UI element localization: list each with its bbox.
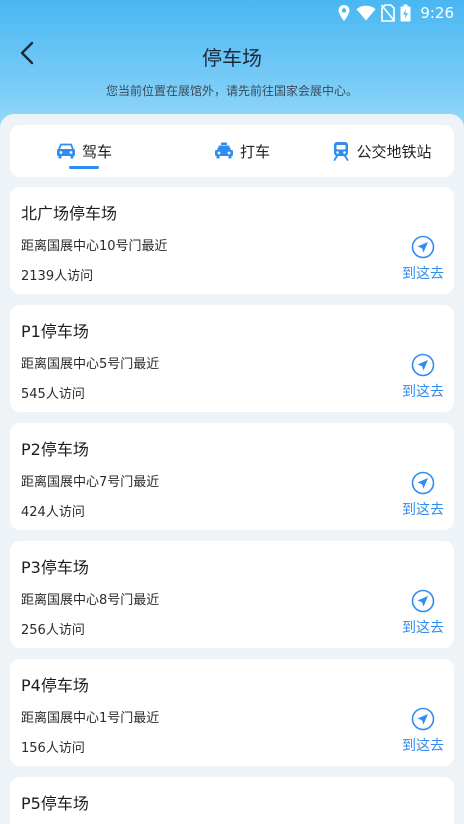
- parking-description: 距离国展中心7号门最近: [21, 475, 160, 490]
- tab-taxi-label: 打车: [239, 142, 270, 161]
- parking-card[interactable]: P2停车场 距离国展中心7号门最近 424人访问 到这去: [10, 423, 454, 530]
- car-icon: [56, 143, 75, 159]
- parking-card[interactable]: P3停车场 距离国展中心8号门最近 256人访问 到这去: [10, 541, 454, 648]
- location-hint: 您当前位置在展馆外，请先前往国家会展中心。: [105, 84, 358, 98]
- navigation-arrow-icon: [411, 235, 435, 259]
- tab-transit[interactable]: 公交地铁站: [310, 125, 454, 177]
- visit-count: 256人访问: [21, 623, 85, 638]
- parking-name: P1停车场: [21, 322, 89, 341]
- parking-name: P3停车场: [21, 558, 89, 577]
- parking-card[interactable]: 北广场停车场 距离国展中心10号门最近 2139人访问 到这去: [10, 187, 454, 294]
- taxi-icon: [214, 142, 233, 159]
- status-icons: 9:26: [337, 3, 454, 23]
- navigation-arrow-icon: [411, 707, 435, 731]
- visit-count: 2139人访问: [21, 269, 94, 284]
- train-icon: [334, 142, 349, 161]
- parking-card[interactable]: P1停车场 距离国展中心5号门最近 545人访问 到这去: [10, 305, 454, 412]
- no-sim-icon: [381, 4, 396, 22]
- status-bar: 9:26: [0, 0, 464, 28]
- navigate-button[interactable]: 到这去: [400, 353, 446, 403]
- navigate-label: 到这去: [402, 502, 444, 518]
- active-tab-indicator: [69, 166, 99, 169]
- tab-taxi[interactable]: 打车: [168, 125, 316, 177]
- parking-description: 距离国展中心5号门最近: [21, 357, 160, 372]
- battery-charging-icon: [400, 4, 411, 22]
- parking-name: P5停车场: [21, 794, 89, 813]
- navigate-button[interactable]: 到这去: [400, 589, 446, 639]
- status-time: 9:26: [420, 4, 454, 22]
- visit-count: 156人访问: [21, 741, 85, 756]
- parking-card[interactable]: P4停车场 距离国展中心1号门最近 156人访问 到这去: [10, 659, 454, 766]
- navigation-arrow-icon: [411, 353, 435, 377]
- tab-drive[interactable]: 驾车: [10, 125, 158, 177]
- navigate-label: 到这去: [402, 738, 444, 754]
- visit-count: 545人访问: [21, 387, 85, 402]
- navigate-button[interactable]: 到这去: [400, 471, 446, 521]
- page-title: 停车场: [202, 46, 262, 70]
- transport-tabs: 驾车 打车 公交地铁站: [10, 125, 454, 177]
- parking-description: 距离国展中心10号门最近: [21, 239, 168, 254]
- parking-description: 距离国展中心8号门最近: [21, 593, 160, 608]
- navigate-button[interactable]: 到这去: [400, 235, 446, 285]
- tab-transit-label: 公交地铁站: [356, 142, 432, 161]
- parking-name: P4停车场: [21, 676, 89, 695]
- visit-count: 424人访问: [21, 505, 85, 520]
- parking-card[interactable]: P5停车场: [10, 777, 454, 824]
- navigate-label: 到这去: [402, 266, 444, 282]
- navigate-label: 到这去: [402, 384, 444, 400]
- navigate-button[interactable]: 到这去: [400, 707, 446, 757]
- navigation-arrow-icon: [411, 471, 435, 495]
- parking-name: P2停车场: [21, 440, 89, 459]
- parking-name: 北广场停车场: [21, 204, 118, 223]
- location-icon: [338, 5, 350, 21]
- parking-description: 距离国展中心1号门最近: [21, 711, 160, 726]
- navigate-label: 到这去: [402, 620, 444, 636]
- wifi-icon: [356, 5, 376, 21]
- tab-drive-label: 驾车: [81, 142, 112, 161]
- navigation-arrow-icon: [411, 589, 435, 613]
